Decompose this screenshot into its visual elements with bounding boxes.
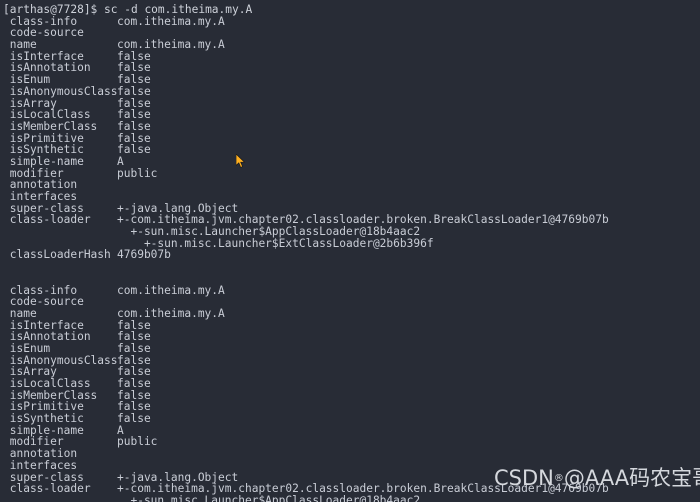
table-row: class-info com.itheima.my.A [3,283,697,297]
row-value: public [117,166,158,180]
table-row-classloader-hash: classLoaderHash 4769b07b [3,249,697,261]
table-row: isSynthetic false [3,144,697,156]
table-row: name com.itheima.my.A [3,39,697,51]
terminal-window[interactable]: [arthas@7728]$ sc -d com.itheima.my.A cl… [0,0,700,502]
classloader-tree-line: +-sun.misc.Launcher$AppClassLoader@18b4a… [117,493,421,502]
table-row: isAnonymousClassfalse [3,354,697,367]
table-row: class-info com.itheima.my.A [3,14,697,28]
row-key: isAnonymousClass [3,84,118,98]
table-row: simple-name A [3,156,697,168]
table-row: isInterface false [3,50,697,63]
row-value: 4769b07b [117,248,171,262]
row-key: interfaces [3,190,78,203]
row-key: interfaces [3,458,78,472]
row-key: class-loader [3,482,91,496]
table-row: isAnnotation false [3,331,697,343]
table-row: isArray false [3,97,697,110]
row-key: isLocalClass [3,377,91,390]
table-row: isMemberClass false [3,121,697,133]
row-key: isEnum [3,341,51,355]
row-key: name [3,306,37,320]
table-row: isSynthetic false [3,413,697,425]
row-value: com.itheima.my.A [117,14,225,28]
row-value: com.itheima.my.A [117,283,225,297]
table-row: isPrimitive false [3,132,697,145]
row-value: public [117,435,158,449]
table-row: isInterface false [3,319,697,332]
table-row: name com.itheima.my.A [3,308,697,320]
table-row: isArray false [3,366,697,378]
table-row: isLocalClass false [3,109,697,121]
table-row: modifier public [3,166,697,180]
row-key: classLoaderHash [3,248,111,262]
table-row: isLocalClass false [3,378,697,390]
table-row: modifier public [3,436,697,448]
row-key: isMemberClass [3,119,98,133]
table-row: isAnonymousClassfalse [3,84,697,98]
row-key: simple-name [3,154,84,168]
table-row: code-source [3,27,697,39]
table-row: isEnum false [3,343,697,355]
table-row: annotation [3,179,697,191]
table-row: interfaces [3,191,697,203]
table-row: annotation [3,448,697,460]
table-row: isAnnotation false [3,62,697,74]
table-row: simple-name A [3,424,697,437]
row-key: class-loader [3,213,91,227]
table-row: code-source [3,296,697,308]
table-row: isMemberClass false [3,389,697,402]
table-row: interfaces [3,460,697,472]
classloader-tree-line: +-sun.misc.Launcher$AppClassLoader@18b4a… [117,225,421,239]
row-key: isSynthetic [3,412,84,426]
table-row: isPrimitive false [3,401,697,413]
command-prompt-line: [arthas@7728]$ sc -d com.itheima.my.A [3,3,253,16]
terminal-screen: [arthas@7728]$ sc -d com.itheima.my.A cl… [3,4,697,502]
row-key: name [3,38,37,52]
